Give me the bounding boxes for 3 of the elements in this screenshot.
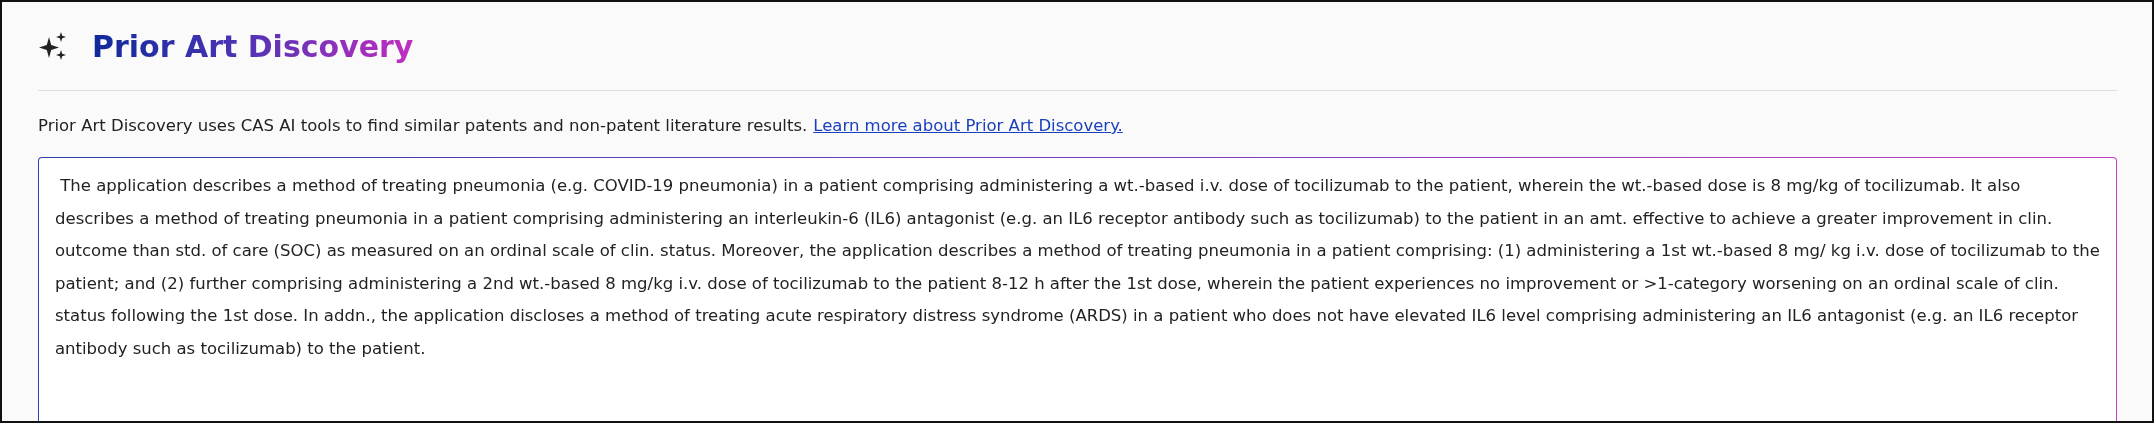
- query-text-area[interactable]: The application describes a method of treating pneumonia (e.g. COVID-19 pneumonia) in a patient comprising administering a wt.-based i.v. dose of tocilizumab to the patient, wherein the wt.-based dose is 8 mg/kg of tocilizumab. It also describes a method of treating pneumonia in a patient comprising administering an interleukin-6 (IL6) antagonist (e.g. an IL6 receptor antibody such as tocilizumab) to the patient in an amt. effective to achieve a greater improvement in clin. outcome than std. of care (SOC) as measured on an ordinal scale of clin. status. Moreover, the application describes a method of treating pneumonia in a patient comprising: (1) administering a 1st wt.-based 8 mg/ kg i.v. dose of tocilizumab to the patient; and (2) further comprising administering a 2nd wt.-based 8 mg/kg i.v. dose of tocilizumab to the patient 8-12 h after the 1st dose, wherein the patient experiences no improvement or >1-category worsening on an ordinal scale of clin. status following the 1st dose. In addn., the application discloses a method of treating acute respiratory distress syndrome (ARDS) in a patient who does not have elevated IL6 level comprising administering an IL6 antagonist (e.g. an IL6 receptor antibody such as tocilizumab) to the patient.: [38, 157, 2117, 421]
- learn-more-link[interactable]: Learn more about Prior Art Discovery.: [813, 116, 1123, 135]
- intro-text: Prior Art Discovery uses CAS AI tools to find similar patents and non-patent literature results.: [38, 116, 808, 135]
